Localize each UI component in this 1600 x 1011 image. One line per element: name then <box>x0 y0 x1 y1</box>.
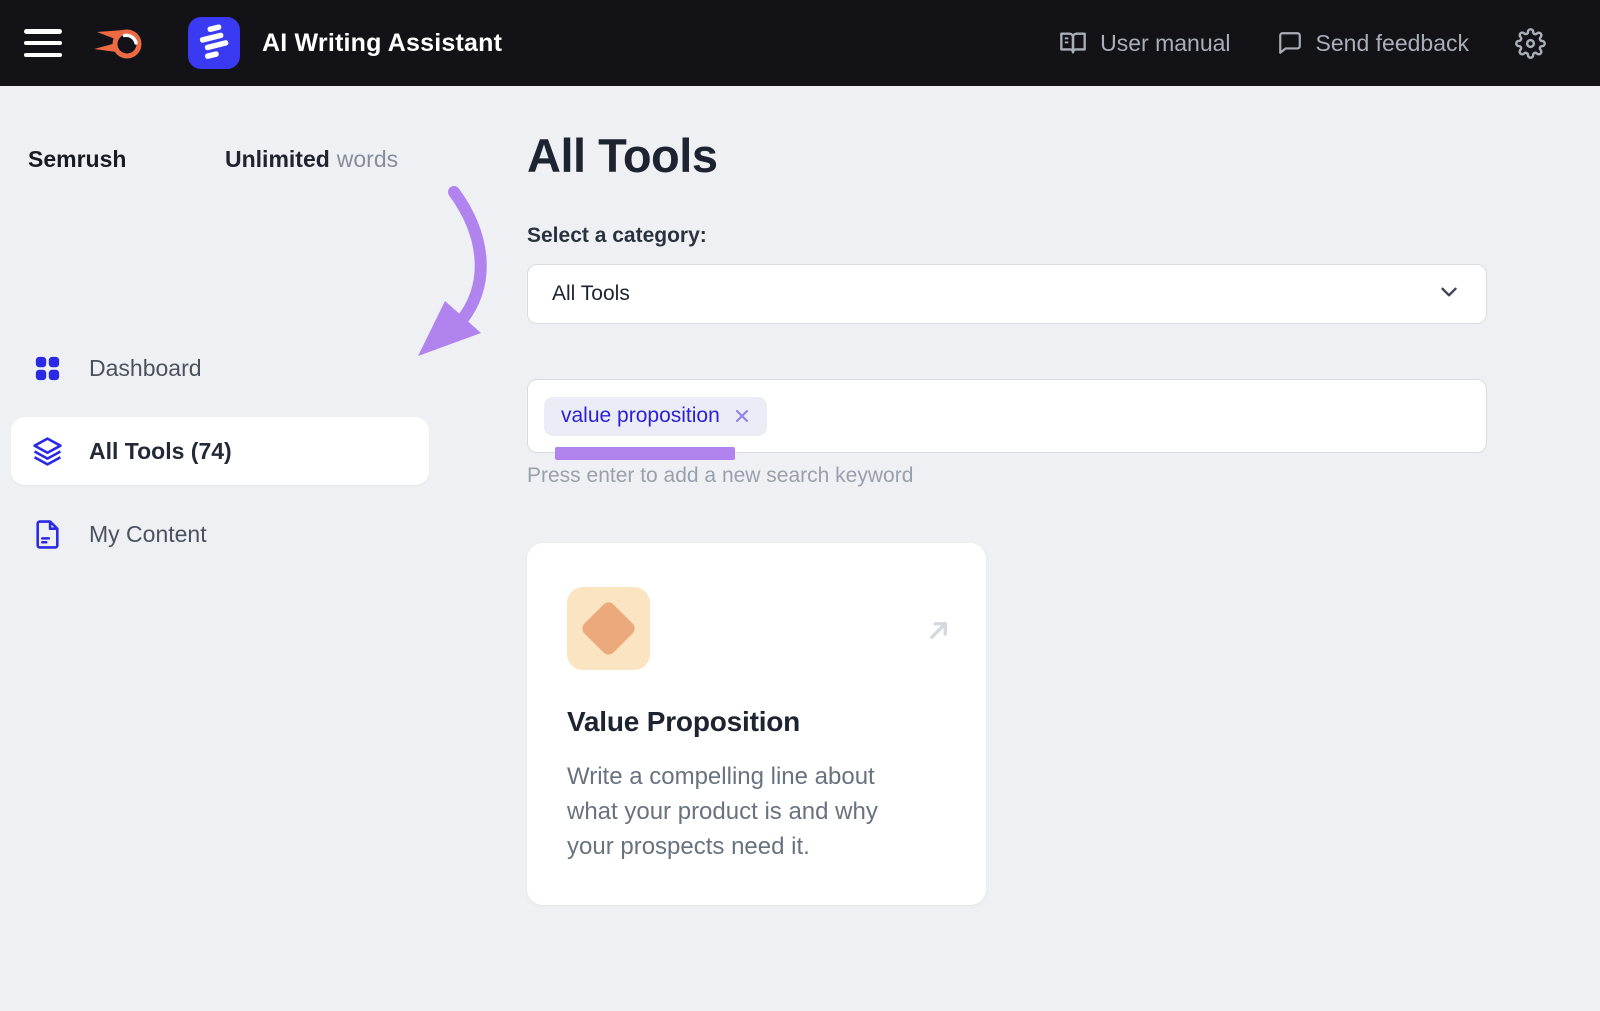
document-icon <box>32 519 63 550</box>
book-icon <box>1059 29 1087 57</box>
search-input[interactable] <box>779 404 1470 428</box>
sidebar-brand: Semrush <box>28 146 126 173</box>
sidebar-item-label: All Tools (74) <box>89 438 232 465</box>
semrush-logo-icon[interactable] <box>92 18 148 68</box>
sidebar-item-dashboard[interactable]: Dashboard <box>11 344 429 392</box>
search-tag-label: value proposition <box>561 404 720 428</box>
sidebar-item-all-tools[interactable]: All Tools (74) <box>11 417 429 485</box>
chevron-down-icon <box>1436 279 1462 310</box>
search-tag-chip[interactable]: value proposition <box>544 397 767 436</box>
ai-writing-assistant-logo-icon <box>188 17 240 69</box>
tag-close-icon[interactable] <box>732 406 752 426</box>
chat-bubble-icon <box>1277 30 1303 56</box>
user-manual-label: User manual <box>1100 30 1230 57</box>
hamburger-menu-icon[interactable] <box>24 29 62 57</box>
category-selected-value: All Tools <box>552 282 630 306</box>
tool-card-description: Write a compelling line about what your … <box>567 759 919 864</box>
search-hint-text: Press enter to add a new search keyword <box>527 464 913 488</box>
tool-card-title: Value Proposition <box>567 706 800 738</box>
sidebar-item-my-content[interactable]: My Content <box>11 510 429 558</box>
keyword-search-field[interactable]: value proposition <box>527 379 1487 453</box>
page-title: All Tools <box>527 128 717 183</box>
category-select[interactable]: All Tools <box>527 264 1487 324</box>
user-manual-button[interactable]: User manual <box>1059 29 1230 57</box>
external-link-arrow-icon <box>925 617 952 649</box>
tool-icon-tile <box>567 587 650 670</box>
top-header: AI Writing Assistant User manual Send fe… <box>0 0 1600 86</box>
diamond-icon <box>580 600 638 658</box>
grid-icon <box>32 353 63 384</box>
tool-card-value-proposition[interactable]: Value Proposition Write a compelling lin… <box>527 543 986 905</box>
app-title: AI Writing Assistant <box>262 29 502 58</box>
plan-words-counter: Unlimitedwords <box>225 146 398 173</box>
settings-gear-icon[interactable] <box>1515 28 1546 59</box>
send-feedback-label: Send feedback <box>1316 30 1469 57</box>
sidebar-item-label: Dashboard <box>89 355 202 382</box>
sidebar: Semrush Unlimitedwords Dashboard All Too… <box>0 86 460 1011</box>
category-label: Select a category: <box>527 224 707 248</box>
layers-icon <box>32 436 63 467</box>
sidebar-item-label: My Content <box>89 521 207 548</box>
send-feedback-button[interactable]: Send feedback <box>1277 30 1469 57</box>
